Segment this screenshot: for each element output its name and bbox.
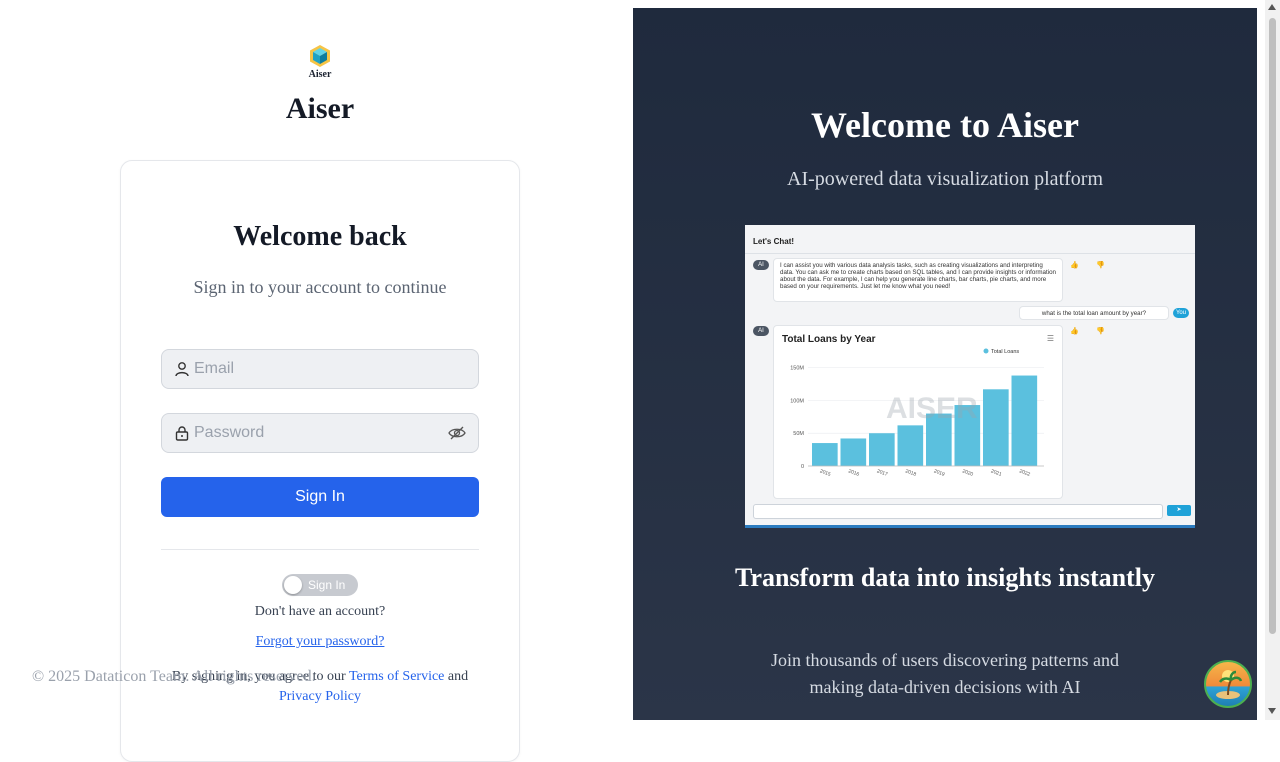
bar bbox=[812, 443, 838, 466]
email-field[interactable] bbox=[161, 349, 479, 389]
user-message: what is the total loan amount by year? bbox=[1019, 306, 1169, 320]
ai-message: I can assist you with various data analy… bbox=[773, 258, 1063, 302]
bar bbox=[869, 433, 895, 466]
logo-text: Aiser bbox=[308, 69, 332, 80]
lock-icon bbox=[175, 426, 189, 441]
no-account-text: Don't have an account? bbox=[254, 604, 386, 619]
beach-island-icon bbox=[1216, 670, 1243, 699]
marketing-subtitle: AI-powered data visualization platform bbox=[787, 168, 1103, 190]
watermark-text: AISER bbox=[886, 392, 978, 425]
password-field[interactable] bbox=[161, 413, 479, 453]
y-tick-label: 0 bbox=[801, 464, 804, 470]
toggle-knob bbox=[284, 576, 302, 594]
divider bbox=[161, 549, 479, 550]
user-avatar: You bbox=[1173, 308, 1189, 318]
logo: Aiser bbox=[296, 44, 344, 80]
user-icon bbox=[175, 362, 189, 377]
marketing-title: Welcome to Aiser bbox=[811, 105, 1079, 145]
eye-invisible-icon[interactable] bbox=[448, 425, 466, 441]
legend-marker bbox=[983, 348, 989, 354]
marketing-description: Join thousands of users discovering patt… bbox=[771, 650, 1119, 697]
sign-in-button[interactable]: Sign In bbox=[161, 477, 479, 517]
preview-header: Let's Chat! bbox=[753, 237, 795, 246]
x-tick-label: 2015 bbox=[819, 468, 832, 478]
scrollbar-thumb[interactable] bbox=[1269, 18, 1276, 634]
password-input[interactable] bbox=[194, 414, 444, 452]
cube-logo-icon bbox=[310, 45, 330, 67]
login-panel: Aiser Aiser Welcome back Sign in to your… bbox=[0, 0, 633, 762]
terms-of-service-link[interactable]: Terms of Service bbox=[349, 669, 444, 684]
preview-header-line bbox=[745, 253, 1195, 254]
brand-title: Aiser bbox=[285, 92, 355, 125]
thumbs-down-icon: 👎 bbox=[1096, 261, 1105, 269]
thumbs-down-icon: 👎 bbox=[1096, 327, 1105, 335]
chart-card: Total Loans by Year ☰ 0 50M 100M 150M 2015 20… bbox=[773, 325, 1063, 499]
y-tick-label: 100M bbox=[790, 398, 804, 404]
scroll-down-arrow-icon[interactable] bbox=[1268, 708, 1276, 714]
signin-mode-toggle[interactable]: Sign In bbox=[282, 574, 358, 596]
legend-label: Total Loans bbox=[991, 349, 1019, 355]
preview-chat-input bbox=[753, 504, 1163, 519]
toggle-label: Sign In bbox=[308, 578, 346, 592]
bar-chart: 0 50M 100M 150M 2015 2016 2017 2018 2019 2020 2021… bbox=[790, 348, 1044, 478]
send-icon: ➤ bbox=[1167, 505, 1191, 516]
thumbs-up-icon: 👍 bbox=[1070, 327, 1079, 335]
x-tick-label: 2016 bbox=[847, 468, 860, 478]
x-tick-label: 2020 bbox=[961, 468, 974, 478]
x-tick-label: 2022 bbox=[1018, 468, 1031, 478]
x-tick-label: 2018 bbox=[904, 468, 917, 478]
bar bbox=[840, 438, 867, 466]
copyright: © 2025 Dataticon Team. All rights reserv… bbox=[32, 668, 316, 685]
bar bbox=[983, 389, 1009, 466]
product-preview: Let's Chat! AI I can assist you with var… bbox=[745, 225, 1195, 528]
assistant-avatar-button[interactable] bbox=[1204, 660, 1252, 708]
thumbs-up-icon: 👍 bbox=[1070, 261, 1079, 269]
card-title: Welcome back bbox=[233, 221, 407, 252]
bar bbox=[1011, 375, 1038, 466]
card-subtitle: Sign in to your account to continue bbox=[193, 277, 447, 297]
x-tick-label: 2021 bbox=[990, 468, 1003, 478]
x-tick-label: 2019 bbox=[933, 468, 946, 478]
privacy-policy-link[interactable]: Privacy Policy bbox=[279, 689, 361, 704]
terms-and: and bbox=[447, 669, 469, 684]
forgot-password-link[interactable]: Forgot your password? bbox=[121, 634, 519, 650]
x-tick-label: 2017 bbox=[876, 468, 889, 478]
email-input[interactable] bbox=[194, 350, 444, 388]
page-scrollbar[interactable] bbox=[1265, 0, 1280, 720]
ai-avatar: AI bbox=[753, 260, 769, 270]
bar bbox=[897, 425, 924, 466]
y-tick-label: 50M bbox=[793, 431, 804, 437]
scroll-up-arrow-icon[interactable] bbox=[1268, 4, 1276, 10]
marketing-panel: Welcome to Aiser AI-powered data visuali… bbox=[633, 8, 1257, 720]
y-tick-label: 150M bbox=[790, 366, 804, 372]
ai-avatar: AI bbox=[753, 326, 769, 336]
marketing-headline: Transform data into insights instantly bbox=[735, 563, 1155, 592]
